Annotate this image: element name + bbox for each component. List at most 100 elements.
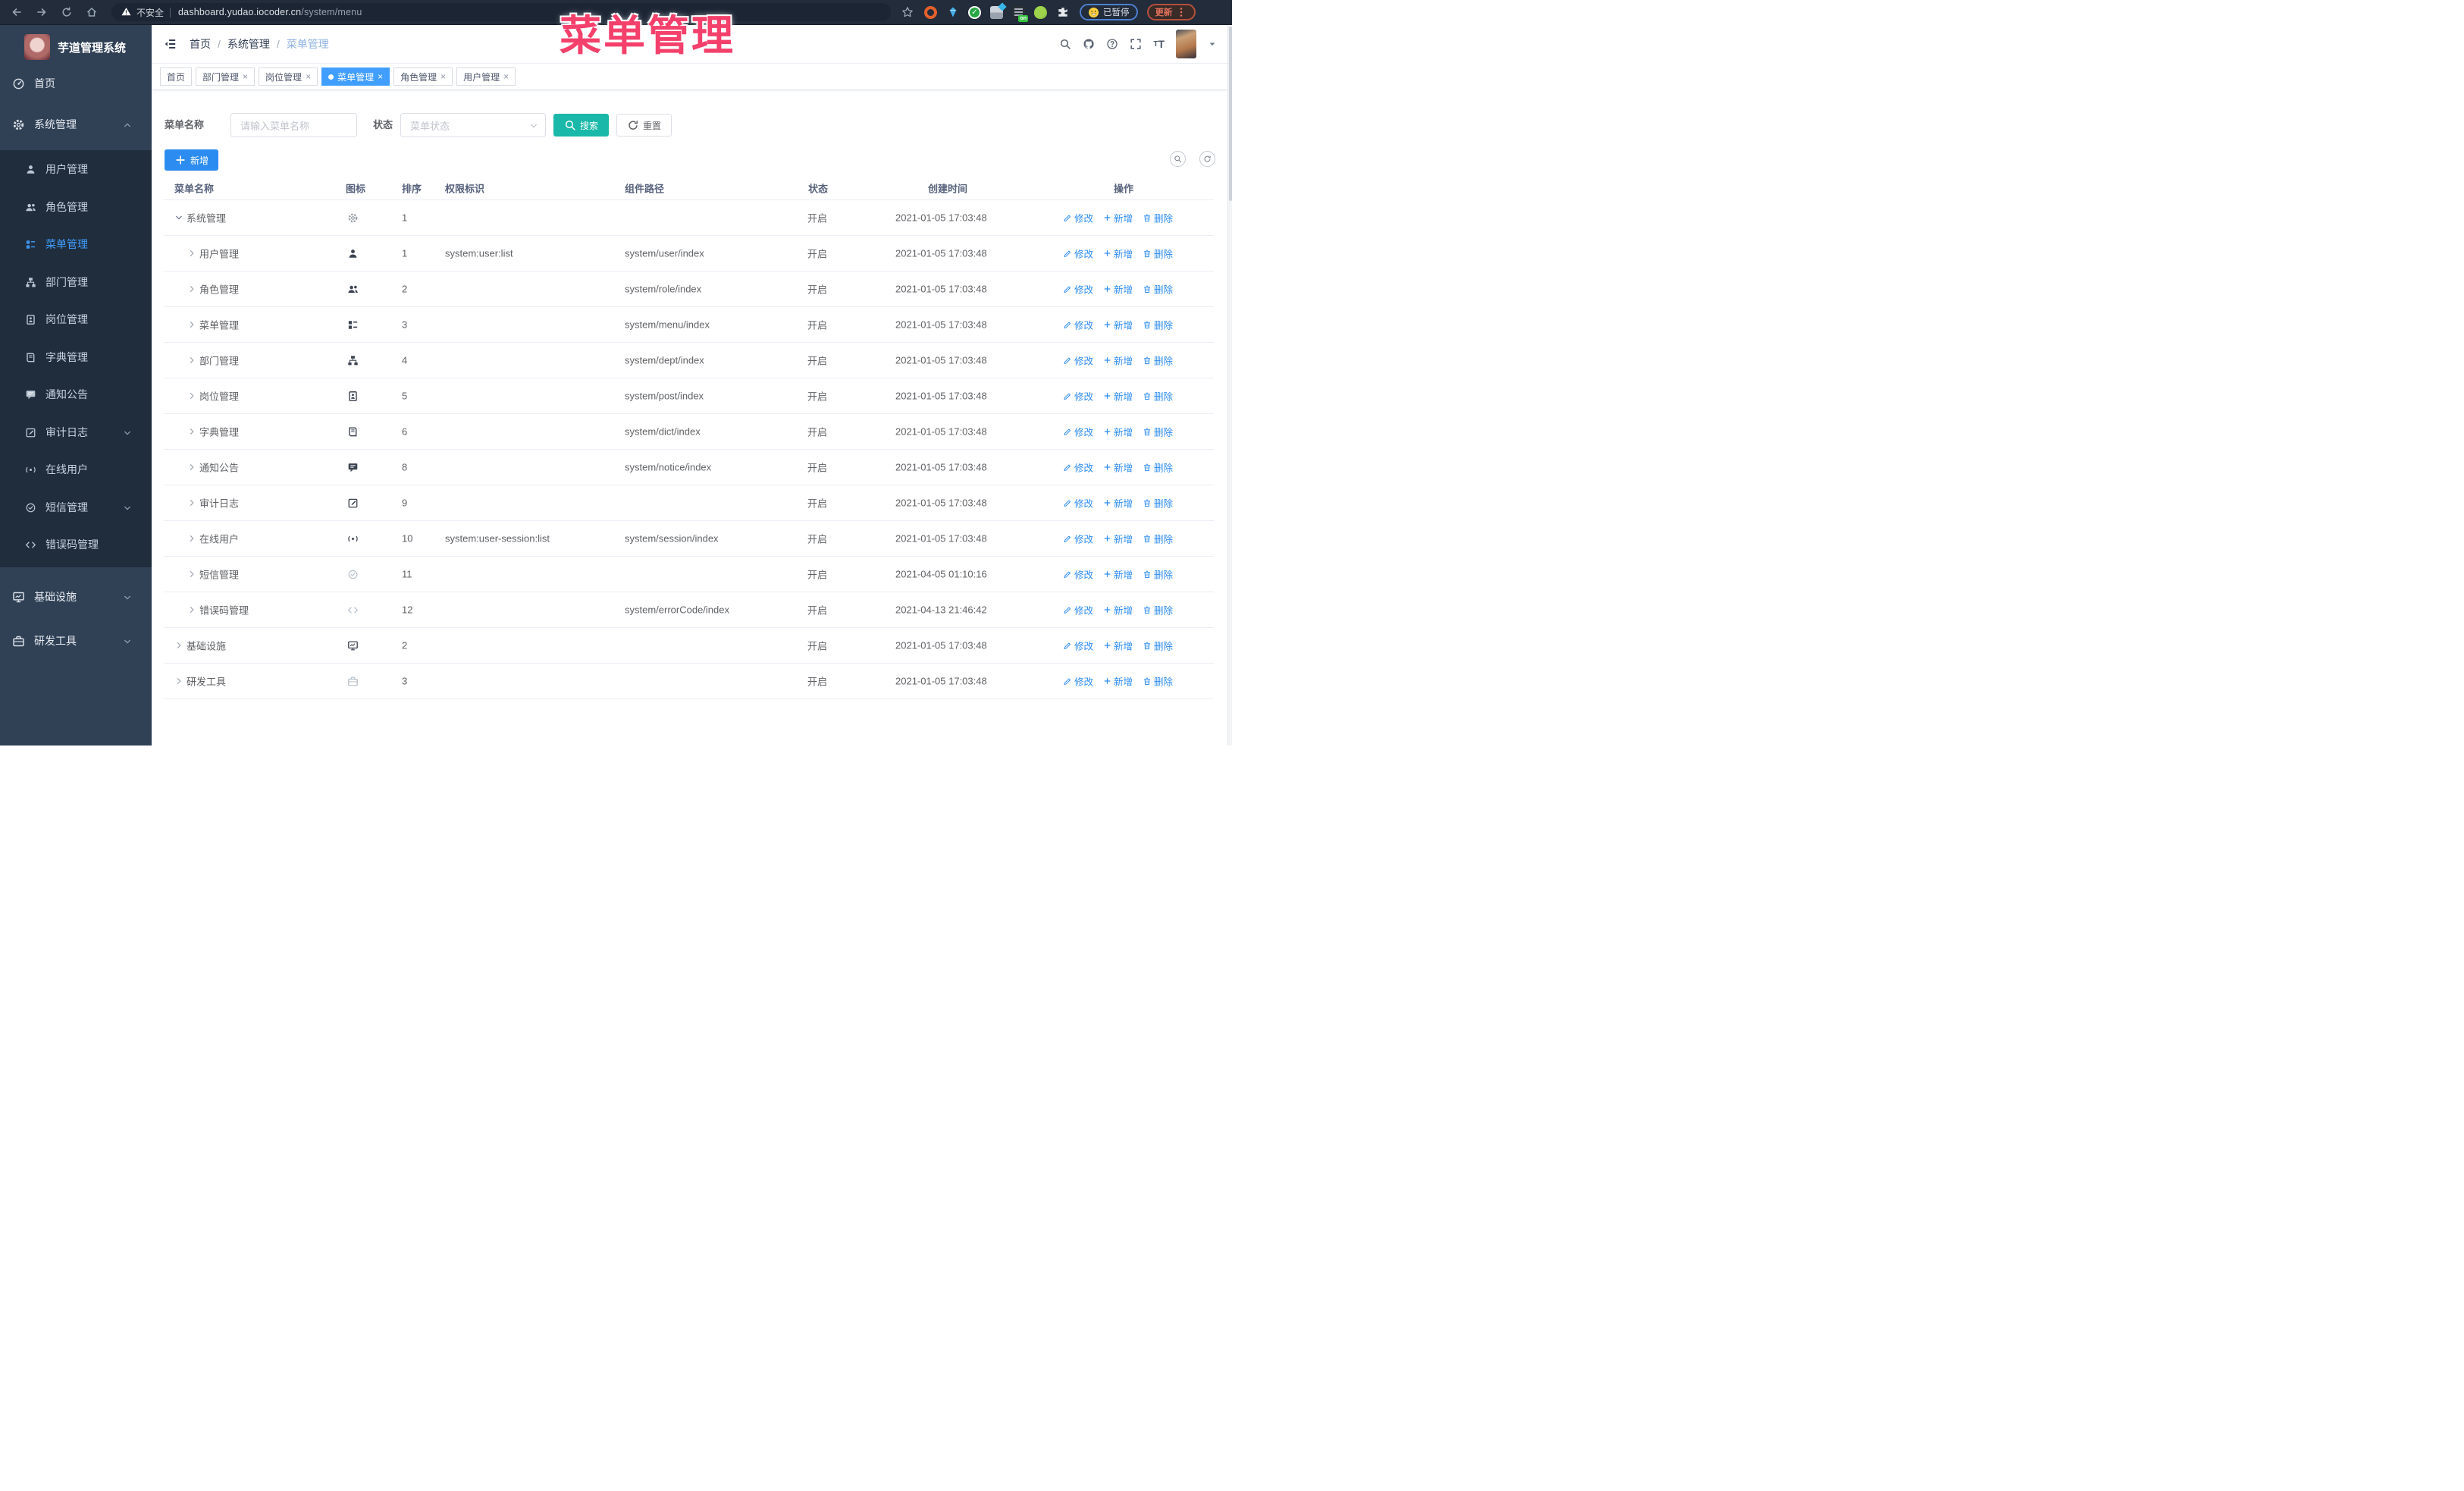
browser-menu-dots-icon[interactable] [1175, 6, 1187, 18]
sidebar-item-9[interactable]: 审计日志 [0, 416, 152, 449]
sidebar-item-12[interactable]: 错误码管理 [0, 528, 152, 561]
delete-link[interactable]: 删除 [1143, 353, 1173, 368]
tab-2[interactable]: 岗位管理 × [259, 67, 318, 86]
delete-link[interactable]: 删除 [1143, 389, 1173, 403]
sidebar-item-0[interactable]: 首页 [0, 67, 152, 100]
sidebar-item-2[interactable]: 用户管理 [0, 152, 152, 186]
status-select[interactable]: 菜单状态 [400, 113, 546, 137]
edit-link[interactable]: 修改 [1063, 353, 1093, 368]
extension-cards-icon[interactable] [990, 5, 1003, 19]
add-child-link[interactable]: 新增 [1103, 639, 1133, 653]
delete-link[interactable]: 删除 [1143, 567, 1173, 582]
add-child-link[interactable]: 新增 [1103, 389, 1133, 403]
add-button[interactable]: 新增 [165, 149, 218, 171]
sidebar-item-1[interactable]: 系统管理 [0, 108, 152, 141]
github-icon[interactable] [1083, 38, 1095, 50]
url-bar[interactable]: 不安全 dashboard.yudao.iocoder.cn/system/me… [111, 3, 891, 21]
browser-forward-icon[interactable] [34, 5, 49, 20]
browser-home-icon[interactable] [84, 5, 99, 20]
extension-orange-icon[interactable] [924, 5, 937, 19]
sidebar-item-13[interactable]: 基础设施 [0, 580, 152, 614]
sidebar-item-14[interactable]: 研发工具 [0, 624, 152, 658]
delete-link[interactable]: 删除 [1143, 639, 1173, 653]
sidebar-item-6[interactable]: 岗位管理 [0, 303, 152, 336]
row-expand-expand-icon[interactable] [174, 641, 183, 650]
sidebar-item-10[interactable]: 在线用户 [0, 453, 152, 486]
sidebar-collapse-icon[interactable] [164, 37, 177, 51]
add-child-link[interactable]: 新增 [1103, 532, 1133, 546]
tab-close-icon[interactable]: × [306, 72, 311, 81]
row-expand-expand-icon[interactable] [187, 356, 196, 365]
sidebar-item-7[interactable]: 字典管理 [0, 341, 152, 374]
add-child-link[interactable]: 新增 [1103, 425, 1133, 439]
app-logo[interactable]: 芋道管理系统 [0, 25, 152, 69]
edit-link[interactable]: 修改 [1063, 389, 1093, 403]
browser-back-icon[interactable] [9, 5, 24, 20]
tab-3[interactable]: 菜单管理 × [321, 67, 390, 86]
add-child-link[interactable]: 新增 [1103, 603, 1133, 617]
sidebar-item-5[interactable]: 部门管理 [0, 265, 152, 299]
browser-update-button[interactable]: 更新 [1146, 4, 1196, 20]
row-expand-expand-icon[interactable] [187, 463, 196, 472]
add-child-link[interactable]: 新增 [1103, 211, 1133, 225]
tab-4[interactable]: 角色管理 × [393, 67, 453, 86]
sidebar-item-4[interactable]: 菜单管理 [0, 228, 152, 261]
tab-1[interactable]: 部门管理 × [196, 67, 255, 86]
delete-link[interactable]: 删除 [1143, 460, 1173, 475]
tab-close-icon[interactable]: × [503, 72, 509, 81]
add-child-link[interactable]: 新增 [1103, 246, 1133, 261]
extension-check-icon[interactable]: ✓ [968, 5, 981, 19]
delete-link[interactable]: 删除 [1143, 532, 1173, 546]
row-expand-expand-icon[interactable] [174, 676, 183, 686]
row-expand-expand-icon[interactable] [187, 320, 196, 329]
edit-link[interactable]: 修改 [1063, 211, 1093, 225]
row-expand-expand-icon[interactable] [187, 284, 196, 293]
extension-gem-icon[interactable] [946, 6, 959, 19]
avatar-caret-down-icon[interactable] [1208, 37, 1217, 51]
font-size-icon[interactable]: TT [1153, 38, 1165, 50]
extension-frog-icon[interactable] [1034, 5, 1047, 19]
delete-link[interactable]: 删除 [1143, 318, 1173, 332]
sidebar-item-11[interactable]: 短信管理 [0, 491, 152, 524]
bookmark-star-icon[interactable] [900, 5, 915, 20]
edit-link[interactable]: 修改 [1063, 532, 1093, 546]
row-expand-collapse-icon[interactable] [174, 213, 183, 222]
delete-link[interactable]: 删除 [1143, 282, 1173, 297]
tab-5[interactable]: 用户管理 × [456, 67, 516, 86]
delete-link[interactable]: 删除 [1143, 425, 1173, 439]
row-expand-expand-icon[interactable] [187, 249, 196, 258]
avatar[interactable] [1176, 30, 1196, 58]
add-child-link[interactable]: 新增 [1103, 496, 1133, 510]
row-expand-expand-icon[interactable] [187, 534, 196, 543]
reset-button[interactable]: 重置 [616, 114, 672, 137]
tab-close-icon[interactable]: × [378, 72, 383, 81]
edit-link[interactable]: 修改 [1063, 246, 1093, 261]
row-expand-expand-icon[interactable] [187, 427, 196, 436]
delete-link[interactable]: 删除 [1143, 211, 1173, 225]
toggle-search-button[interactable] [1170, 151, 1186, 167]
page-scrollbar[interactable] [1227, 25, 1232, 746]
add-child-link[interactable]: 新增 [1103, 318, 1133, 332]
add-child-link[interactable]: 新增 [1103, 674, 1133, 689]
edit-link[interactable]: 修改 [1063, 639, 1093, 653]
breadcrumb-item-0[interactable]: 首页 [190, 36, 211, 52]
delete-link[interactable]: 删除 [1143, 603, 1173, 617]
header-search-icon[interactable] [1059, 38, 1071, 50]
fullscreen-icon[interactable] [1130, 38, 1142, 50]
edit-link[interactable]: 修改 [1063, 674, 1093, 689]
add-child-link[interactable]: 新增 [1103, 353, 1133, 368]
edit-link[interactable]: 修改 [1063, 603, 1093, 617]
help-icon[interactable] [1106, 38, 1118, 50]
delete-link[interactable]: 删除 [1143, 246, 1173, 261]
delete-link[interactable]: 删除 [1143, 674, 1173, 689]
edit-link[interactable]: 修改 [1063, 282, 1093, 297]
edit-link[interactable]: 修改 [1063, 318, 1093, 332]
refresh-table-button[interactable] [1199, 151, 1215, 167]
browser-reload-icon[interactable] [59, 5, 74, 20]
sidebar-item-8[interactable]: 通知公告 [0, 378, 152, 411]
tab-0[interactable]: 首页 [160, 67, 193, 86]
edit-link[interactable]: 修改 [1063, 460, 1093, 475]
edit-link[interactable]: 修改 [1063, 567, 1093, 582]
row-expand-expand-icon[interactable] [187, 605, 196, 614]
extension-on-badge-icon[interactable]: on [1012, 5, 1028, 22]
